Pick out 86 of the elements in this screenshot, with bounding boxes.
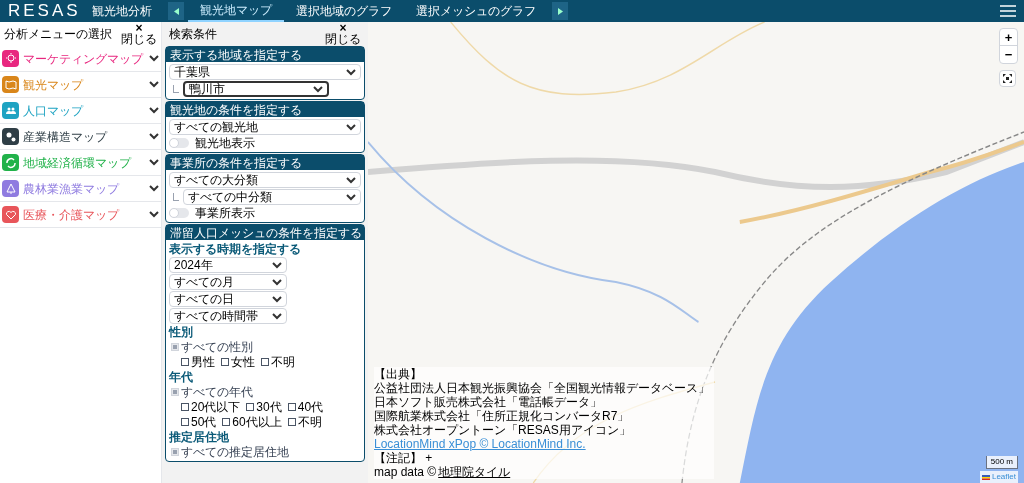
chevron-down-icon [149, 81, 159, 88]
scroll-left-button[interactable] [168, 2, 184, 20]
checkbox[interactable] [221, 358, 229, 366]
section-heading: 年代 [169, 370, 193, 384]
close-button[interactable]: × 閉じる [121, 23, 157, 45]
menu-icon [1000, 5, 1016, 17]
checkbox-label: 30代 [256, 400, 282, 414]
checkbox[interactable] [287, 403, 296, 411]
chevron-down-icon [313, 85, 323, 93]
select-field[interactable]: 千葉県 [169, 64, 361, 80]
fullscreen-button[interactable] [999, 70, 1016, 87]
card-header: 表示する地域を指定する [170, 47, 302, 62]
chevron-down-icon [149, 55, 159, 62]
attribution-link[interactable]: 地理院タイル [438, 465, 511, 479]
checkbox-label: すべての推定居住地 [181, 445, 289, 459]
toggle-label: 観光地表示 [195, 136, 255, 150]
checkbox-label: 男性 [191, 355, 215, 369]
checkbox-label: 女性 [231, 355, 255, 369]
attribution-text: 【出典】 [374, 367, 422, 381]
close-button[interactable]: × 閉じる [325, 23, 361, 45]
triangle-left-icon [173, 7, 179, 15]
tree-branch-icon [173, 85, 179, 93]
toggle-switch[interactable] [169, 138, 189, 148]
attribution-link[interactable]: LocationMind xPop © LocationMind Inc. [374, 437, 586, 451]
header-tab[interactable]: 観光地分析 [80, 0, 164, 22]
select-field[interactable]: すべての月 [169, 274, 287, 290]
zoom-in-button[interactable]: + [1000, 29, 1017, 46]
attribution-text: 公益社団法人日本観光振興協会「全国観光情報データベース」 [374, 381, 710, 395]
card-header: 観光地の条件を指定する [170, 102, 302, 117]
menu-item[interactable]: 医療・介護マップ [0, 202, 161, 228]
chevron-down-icon [149, 133, 159, 140]
card-header: 事業所の条件を指定する [170, 155, 302, 170]
checkbox-label: すべての年代 [181, 385, 253, 399]
attribution-text: 国際航業株式会社「住所正規化コンバータR7」 [374, 409, 630, 423]
tree-branch-icon [173, 193, 179, 201]
checkbox[interactable] [181, 418, 189, 426]
select-field[interactable]: すべての時間帯 [169, 308, 287, 324]
menu-item[interactable]: マーケティングマップ [0, 46, 161, 72]
attribution-text: 【注記】 + [374, 451, 433, 465]
checkbox-label: 50代 [191, 415, 217, 429]
fullscreen-icon [1003, 74, 1012, 83]
logo[interactable]: RESAS [0, 0, 80, 22]
toggle-label: 事業所表示 [195, 206, 255, 220]
attribution-text: map data © [374, 465, 437, 479]
section-heading: 性別 [169, 325, 193, 339]
checkbox-label: 不明 [271, 355, 295, 369]
chevron-down-icon [149, 185, 159, 192]
header-tab[interactable]: 選択メッシュのグラフ [404, 0, 548, 22]
flag-icon [981, 474, 990, 480]
checkbox-label: 60代以上 [232, 415, 282, 429]
checkbox[interactable] [181, 403, 189, 411]
select-field[interactable]: 鴨川市 [183, 81, 329, 97]
checkbox[interactable] [261, 358, 269, 366]
scroll-right-button[interactable] [552, 2, 568, 20]
checkbox[interactable] [287, 418, 296, 426]
chevron-down-icon [346, 123, 356, 131]
checkbox-label: 20代以下 [191, 400, 241, 414]
select-field[interactable]: 2024年 [169, 257, 287, 273]
select-field[interactable]: すべての日 [169, 291, 287, 307]
zoom-out-button[interactable]: − [1000, 46, 1017, 63]
checkbox[interactable] [246, 403, 255, 411]
checkbox[interactable] [222, 418, 231, 426]
menu-item[interactable]: 産業構造マップ [0, 124, 161, 150]
toggle-switch[interactable] [169, 208, 189, 218]
checkbox-label: 不明 [297, 415, 322, 429]
attribution-text: 日本ソフト販売株式会社「電話帳データ」 [374, 395, 602, 409]
card-header: 滞留人口メッシュの条件を指定する [170, 225, 362, 240]
checkbox-label: すべての性別 [181, 340, 253, 354]
checkbox[interactable] [181, 358, 189, 366]
select-field[interactable]: すべての大分類 [169, 172, 361, 188]
section-heading: 推定居住地 [169, 430, 229, 444]
chevron-down-icon [149, 107, 159, 114]
scale-bar: 500 m [985, 456, 1018, 469]
panel-title: 分析メニューの選択 [4, 27, 112, 41]
attribution-text: 株式会社オープントーン「RESAS用アイコン」 [374, 423, 631, 437]
chevron-down-icon [346, 68, 356, 76]
select-field[interactable]: すべての観光地 [169, 119, 361, 135]
chevron-down-icon [149, 211, 159, 218]
checkbox-label: 40代 [297, 400, 324, 414]
menu-item[interactable]: 農林業漁業マップ [0, 176, 161, 202]
section-heading: 表示する時期を指定する [169, 242, 301, 256]
triangle-right-icon [557, 7, 563, 15]
select-field[interactable]: すべての中分類 [183, 189, 361, 205]
header-tab[interactable]: 選択地域のグラフ [284, 0, 404, 22]
panel-title: 検索条件 [169, 27, 217, 41]
chevron-down-icon [149, 159, 159, 166]
